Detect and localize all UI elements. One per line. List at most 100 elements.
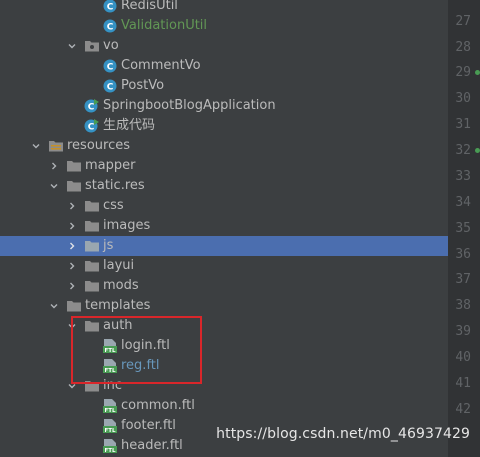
tree-item-footer-ftl[interactable]: FTL footer.ftl (0, 416, 448, 436)
line-number: 28 (455, 40, 471, 55)
class-icon: C (102, 58, 118, 74)
package-folder-icon (84, 38, 100, 54)
tree-item-label: SpringbootBlogApplication (103, 98, 276, 113)
tree-item-codegen[interactable]: C 生成代码 (0, 116, 448, 136)
tree-item-mods[interactable]: mods (0, 276, 448, 296)
tree-item-css[interactable]: css (0, 196, 448, 216)
chevron-down-icon[interactable] (66, 376, 78, 396)
folder-icon (84, 218, 100, 234)
chevron-down-icon[interactable] (48, 176, 60, 196)
tree-item-commentvo[interactable]: C CommentVo (0, 56, 448, 76)
editor-line-gutter: 27 28 29 30 31 32 33 34 35 36 37 38 39 4… (448, 0, 480, 457)
tree-item-templates[interactable]: templates (0, 296, 448, 316)
chevron-right-icon[interactable] (66, 236, 78, 256)
chevron-down-icon[interactable] (66, 36, 78, 56)
chevron-down-icon[interactable] (30, 136, 42, 156)
tree-item-inc[interactable]: inc (0, 376, 448, 396)
project-tree[interactable]: C RedisUtil C ValidationUtil vo C Commen… (0, 0, 448, 457)
line-number: 33 (455, 169, 471, 184)
tree-item-label: CommentVo (121, 58, 201, 73)
tree-item-layui[interactable]: layui (0, 256, 448, 276)
tree-item-common-ftl[interactable]: FTL common.ftl (0, 396, 448, 416)
folder-icon (84, 278, 100, 294)
svg-text:C: C (107, 23, 114, 33)
line-number: 29 (455, 65, 471, 80)
svg-text:C: C (107, 83, 114, 93)
line-number: 42 (455, 402, 471, 417)
folder-icon (84, 318, 100, 334)
change-marker-icon (475, 70, 480, 75)
resources-folder-icon (48, 138, 64, 154)
chevron-down-icon[interactable] (48, 296, 60, 316)
tree-item-label: reg.ftl (121, 358, 160, 373)
svg-text:FTL: FTL (104, 348, 116, 354)
line-number: 36 (455, 247, 471, 262)
tree-item-label: mods (103, 278, 139, 293)
tree-item-mapper[interactable]: mapper (0, 156, 448, 176)
svg-text:FTL: FTL (104, 448, 116, 454)
tree-item-label: ValidationUtil (121, 18, 208, 33)
ftl-file-icon: FTL (102, 438, 118, 454)
tree-item-label: PostVo (121, 78, 165, 93)
tree-item-label: 生成代码 (103, 118, 156, 133)
chevron-right-icon[interactable] (66, 216, 78, 236)
tree-item-label: auth (103, 318, 133, 333)
folder-icon (66, 298, 82, 314)
svg-text:C: C (88, 103, 95, 113)
folder-icon (84, 258, 100, 274)
line-number: 34 (455, 195, 471, 210)
tree-item-login-ftl[interactable]: FTL login.ftl (0, 336, 448, 356)
tree-item-validationutil[interactable]: C ValidationUtil (0, 16, 448, 36)
folder-icon (66, 178, 82, 194)
tree-item-label: vo (103, 38, 119, 53)
ftl-file-icon: FTL (102, 398, 118, 414)
line-number: 27 (455, 14, 471, 29)
tree-item-label: layui (103, 258, 135, 273)
tree-item-label: css (103, 198, 124, 213)
chevron-right-icon[interactable] (66, 256, 78, 276)
line-number: 35 (455, 221, 471, 236)
tree-item-resources[interactable]: resources (0, 136, 448, 156)
folder-icon (66, 158, 82, 174)
chevron-right-icon[interactable] (48, 156, 60, 176)
run-class-icon: C (84, 118, 100, 134)
chevron-right-icon[interactable] (66, 276, 78, 296)
tree-item-images[interactable]: images (0, 216, 448, 236)
ide-window: C RedisUtil C ValidationUtil vo C Commen… (0, 0, 480, 457)
folder-icon (84, 198, 100, 214)
tree-item-label: images (103, 218, 151, 233)
class-icon: C (102, 0, 118, 14)
tree-item-springbootblogapplication[interactable]: C SpringbootBlogApplication (0, 96, 448, 116)
chevron-down-icon[interactable] (66, 316, 78, 336)
ftl-file-icon: FTL (102, 358, 118, 374)
svg-text:C: C (88, 123, 95, 133)
ftl-file-icon: FTL (102, 338, 118, 354)
run-class-icon: C (84, 98, 100, 114)
tree-item-js[interactable]: js (0, 236, 448, 256)
line-number: 32 (455, 143, 471, 158)
tree-item-header-ftl[interactable]: FTL header.ftl (0, 436, 448, 456)
class-icon: C (102, 18, 118, 34)
tree-item-vo[interactable]: vo (0, 36, 448, 56)
tree-item-auth[interactable]: auth (0, 316, 448, 336)
tree-item-label: footer.ftl (121, 418, 176, 433)
svg-text:FTL: FTL (104, 428, 116, 434)
tree-item-label: js (103, 238, 114, 253)
tree-item-static-res[interactable]: static.res (0, 176, 448, 196)
tree-item-label: static.res (85, 178, 145, 193)
line-number: 39 (455, 324, 471, 339)
line-number: 30 (455, 91, 471, 106)
folder-icon (84, 378, 100, 394)
line-number: 40 (455, 350, 471, 365)
line-number: 41 (455, 376, 471, 391)
tree-item-redisutil[interactable]: C RedisUtil (0, 0, 448, 16)
chevron-right-icon[interactable] (66, 196, 78, 216)
tree-item-label: common.ftl (121, 398, 195, 413)
tree-item-label: header.ftl (121, 438, 183, 453)
tree-item-reg-ftl[interactable]: FTL reg.ftl (0, 356, 448, 376)
svg-text:FTL: FTL (104, 368, 116, 374)
tree-item-label: templates (85, 298, 151, 313)
line-number: 31 (455, 117, 471, 132)
tree-item-postvo[interactable]: C PostVo (0, 76, 448, 96)
svg-text:C: C (107, 3, 114, 13)
